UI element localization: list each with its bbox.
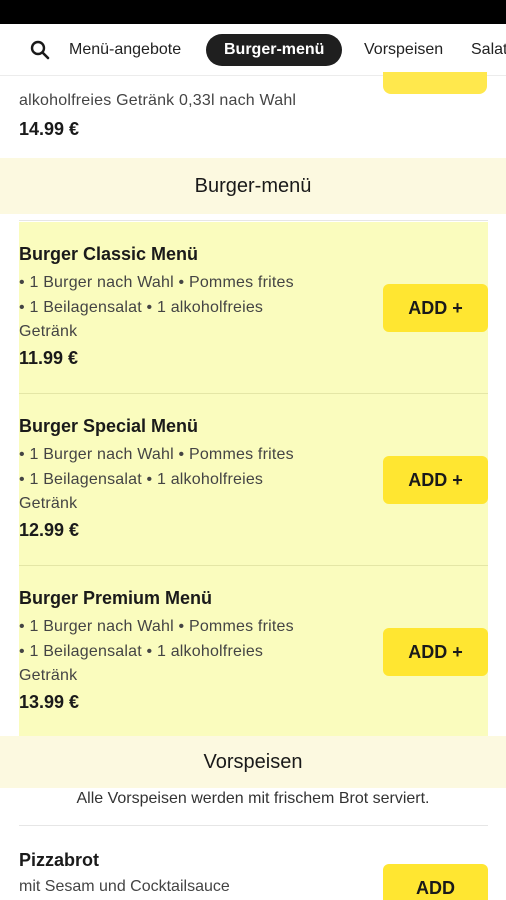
item-description-line: • 1 Burger nach Wahl • Pommes frites — [19, 446, 294, 463]
add-button[interactable]: ADD + — [383, 456, 488, 504]
section-header-vorspeisen: Vorspeisen — [0, 736, 506, 788]
item-name: Burger Premium Menü — [19, 588, 213, 608]
tab-vorspeisen[interactable]: Vorspeisen — [364, 34, 443, 66]
item-name: Pizzabrot — [19, 850, 100, 870]
item-name: Burger Special Menü — [19, 416, 199, 436]
menu-item-burger-special[interactable]: Burger Special Menü • 1 Burger nach Wahl… — [19, 394, 488, 566]
menu-item-burger-premium[interactable]: Burger Premium Menü • 1 Burger nach Wahl… — [19, 566, 488, 736]
item-description-line: Getränk — [19, 667, 78, 684]
item-price: 11.99 € — [19, 348, 79, 368]
item-description-line: Getränk — [19, 495, 78, 512]
tab-menue-angebote[interactable]: Menü-angebote — [69, 34, 181, 66]
add-button[interactable]: ADD + — [383, 284, 488, 332]
item-name: Burger Classic Menü — [19, 244, 199, 264]
item-description-line: • 1 Beilagensalat • 1 alkoholfreies — [19, 471, 264, 488]
item-description-line: • 1 Beilagensalat • 1 alkoholfreies — [19, 299, 264, 316]
search-icon[interactable] — [28, 38, 52, 62]
category-nav: Menü-angebote Burger-menü Vorspeisen Sal… — [0, 24, 506, 76]
item-description-line: mit Sesam und Cocktailsauce — [19, 878, 230, 895]
menu-item-pizzabrot[interactable]: Pizzabrot mit Sesam und Cocktailsauce AD… — [19, 826, 488, 900]
item-description-line: • 1 Burger nach Wahl • Pommes frites — [19, 274, 294, 291]
section-note: Alle Vorspeisen werden mit frischem Brot… — [76, 790, 430, 807]
section-header-burger-menue: Burger-menü — [0, 158, 506, 214]
previous-menu-item: alkoholfreies Getränk 0,33l nach Wahl 14… — [0, 72, 506, 158]
divider — [19, 220, 488, 221]
item-description-line: • 1 Burger nach Wahl • Pommes frites — [19, 618, 294, 635]
item-description-line: • 1 Beilagensalat • 1 alkoholfreies — [19, 643, 264, 660]
menu-item-burger-classic[interactable]: Burger Classic Menü • 1 Burger nach Wahl… — [19, 222, 488, 394]
add-button[interactable]: ADD + — [383, 628, 488, 676]
tab-salat[interactable]: Salat — [471, 34, 506, 66]
item-price: 13.99 € — [19, 692, 80, 712]
item-price: 12.99 € — [19, 520, 80, 540]
add-button[interactable] — [383, 72, 487, 94]
tab-burger-menue[interactable]: Burger-menü — [206, 34, 343, 66]
item-price: 14.99 € — [19, 119, 80, 139]
item-description: alkoholfreies Getränk 0,33l nach Wahl — [19, 92, 297, 109]
status-bar — [0, 0, 506, 24]
item-description-line: Getränk — [19, 323, 78, 340]
add-button[interactable]: ADD — [383, 864, 488, 900]
